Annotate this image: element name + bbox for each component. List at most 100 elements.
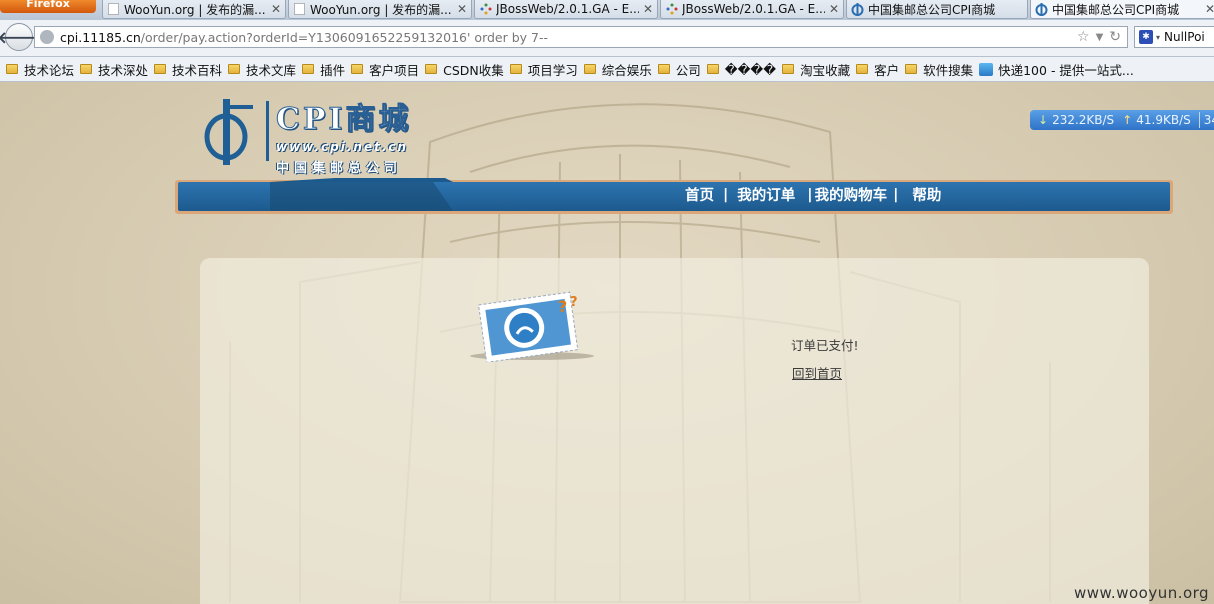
cpi-logo-icon	[851, 2, 864, 16]
reload-icon[interactable]: ↻	[1109, 29, 1121, 45]
network-speed-indicator: ↓ 232.2KB/S ↑ 41.9KB/S 34	[1030, 110, 1214, 130]
logo-divider	[266, 101, 269, 161]
bookmark-label: 快递100 - 提供一站式...	[998, 62, 1134, 78]
bookmark-folder[interactable]: 淘宝收藏	[782, 60, 850, 79]
tab-jboss-2[interactable]: JBossWeb/2.0.1.GA - E... ✕	[660, 0, 844, 19]
cpi-logo-icon	[1035, 2, 1048, 16]
loading-icon	[479, 3, 492, 16]
url-host: cpi.11185.cn	[60, 29, 141, 45]
url-bar[interactable]: cpi.11185.cn/order/pay.action?orderId=Y1…	[34, 26, 1128, 48]
bookmark-label: 项目学习	[527, 62, 578, 78]
nav-separator: |	[723, 186, 729, 203]
watermark: www.wooyun.org	[1074, 584, 1210, 602]
firefox-menu-button[interactable]: Firefox	[0, 0, 96, 13]
logo-url: www.cpi.net.cn	[276, 140, 409, 154]
bookmark-folder[interactable]: 技术百科	[154, 60, 222, 79]
folder-icon	[425, 64, 438, 74]
bookmark-folder[interactable]: ����	[706, 62, 776, 77]
tab-wooyun-1[interactable]: WooYun.org | 发布的漏... ✕	[102, 0, 286, 19]
bookmark-label: 技术文库	[246, 62, 297, 78]
bookmark-folder[interactable]: CSDN收集	[425, 60, 504, 79]
search-engine-name: NullPoi	[1164, 30, 1205, 44]
tab-cpi-1[interactable]: 中国集邮总公司CPI商城	[846, 0, 1028, 19]
folder-icon	[905, 64, 918, 74]
cpi-logo[interactable]: CPI商城 www.cpi.net.cn 中国集邮总公司	[202, 97, 442, 176]
tab-close-icon[interactable]: ✕	[829, 2, 839, 16]
tab-label: 中国集邮总公司CPI商城	[868, 2, 996, 17]
stamp-question-icon: ? ?	[470, 291, 594, 362]
bookmark-label: 技术论坛	[24, 62, 75, 78]
bookmark-label: 软件搜集	[923, 62, 974, 78]
nav-home[interactable]: 首页	[685, 184, 714, 205]
bookmark-label: 淘宝收藏	[800, 62, 851, 78]
tab-close-icon[interactable]: ✕	[457, 2, 467, 16]
tab-bar: Firefox WooYun.org | 发布的漏... ✕ WooYun.or…	[0, 0, 1214, 20]
folder-icon	[154, 64, 167, 74]
url-text[interactable]: cpi.11185.cn/order/pay.action?orderId=Y1…	[60, 30, 1077, 45]
bookmark-label: 技术深处	[98, 62, 149, 78]
bookmark-folder[interactable]: 客户	[856, 60, 899, 79]
bookmark-label: 公司	[675, 62, 701, 78]
bookmark-folder[interactable]: 公司	[657, 60, 701, 79]
tab-close-icon[interactable]: ✕	[271, 2, 281, 16]
folder-icon	[856, 64, 869, 74]
bookmark-label: 客户	[874, 62, 900, 78]
dropdown-icon[interactable]: ▼	[1096, 32, 1104, 43]
folder-icon	[657, 64, 670, 74]
search-engine-dropdown-icon[interactable]: ▾	[1156, 33, 1160, 42]
tab-close-icon[interactable]: ✕	[1205, 2, 1214, 16]
bookmark-link[interactable]: 快递100 - 提供一站式...	[979, 60, 1134, 79]
tab-label: JBossWeb/2.0.1.GA - E...	[496, 2, 639, 16]
bookmark-folder[interactable]: 技术论坛	[6, 60, 74, 79]
svg-text:?: ?	[558, 297, 567, 316]
folder-icon	[228, 64, 241, 74]
folder-icon	[509, 64, 522, 74]
folder-icon	[302, 64, 315, 74]
download-arrow-icon: ↓	[1038, 113, 1049, 127]
bookmark-folder[interactable]: 客户项目	[351, 60, 419, 79]
search-engine-icon[interactable]: ✱	[1139, 30, 1153, 44]
web-page: CPI商城 www.cpi.net.cn 中国集邮总公司 ↓ 232.2KB/S…	[0, 82, 1214, 604]
folder-icon	[583, 64, 596, 74]
nav-help[interactable]: 帮助	[912, 184, 941, 205]
speed-extra: 34	[1203, 113, 1214, 127]
logo-title: CPI商城	[275, 102, 412, 137]
back-button[interactable]: 🡐	[0, 23, 40, 51]
tab-jboss-1[interactable]: JBossWeb/2.0.1.GA - E... ✕	[474, 0, 658, 19]
back-to-home-link[interactable]: 回到首页	[792, 363, 842, 382]
page-icon	[293, 3, 306, 16]
search-box[interactable]: ✱ ▾ NullPoi	[1134, 26, 1214, 48]
bookmarks-toolbar: 技术论坛 技术深处 技术百科 技术文库 插件 客户项目 CSDN收集 项目学习 …	[0, 57, 1214, 82]
loading-icon	[665, 3, 678, 16]
tab-close-icon[interactable]: ✕	[643, 2, 653, 16]
bookmark-label: 综合娱乐	[601, 62, 652, 78]
cpi-phi-logo-icon	[204, 99, 253, 165]
nav-my-orders[interactable]: 我的订单	[737, 184, 795, 205]
svg-text:?: ?	[570, 295, 578, 310]
tab-label: WooYun.org | 发布的漏...	[310, 2, 452, 17]
logo-company-name: 中国集邮总公司	[276, 161, 403, 176]
tab-label: WooYun.org | 发布的漏...	[124, 2, 266, 17]
upload-arrow-icon: ↑	[1122, 113, 1133, 127]
bookmark-star-icon[interactable]: ☆	[1077, 29, 1090, 45]
page-icon	[107, 3, 120, 16]
tab-label: JBossWeb/2.0.1.GA - E...	[682, 2, 825, 16]
tab-wooyun-2[interactable]: WooYun.org | 发布的漏... ✕	[288, 0, 472, 19]
folder-icon	[80, 64, 93, 74]
folder-icon	[782, 64, 795, 74]
bookmark-label: 插件	[320, 62, 346, 78]
site-identity-icon[interactable]	[40, 30, 54, 44]
bookmark-folder[interactable]: 软件搜集	[905, 60, 973, 79]
bookmark-folder[interactable]: 技术深处	[80, 60, 148, 79]
tab-cpi-2[interactable]: 中国集邮总公司CPI商城 ✕	[1030, 0, 1214, 19]
nav-my-cart[interactable]: 我的购物车	[815, 184, 888, 205]
folder-icon	[351, 64, 364, 74]
bookmark-folder[interactable]: 插件	[302, 60, 345, 79]
bookmark-folder[interactable]: 技术文库	[228, 60, 296, 79]
bookmark-folder[interactable]: 综合娱乐	[583, 60, 652, 79]
download-speed: 232.2KB/S	[1052, 113, 1115, 127]
nav-separator: |	[807, 186, 813, 203]
bookmark-folder[interactable]: 项目学习	[509, 60, 578, 79]
url-path: /order/pay.action?orderId=Y1306091652259…	[140, 29, 549, 45]
navigation-toolbar: 🡐 cpi.11185.cn/order/pay.action?orderId=…	[0, 20, 1214, 57]
